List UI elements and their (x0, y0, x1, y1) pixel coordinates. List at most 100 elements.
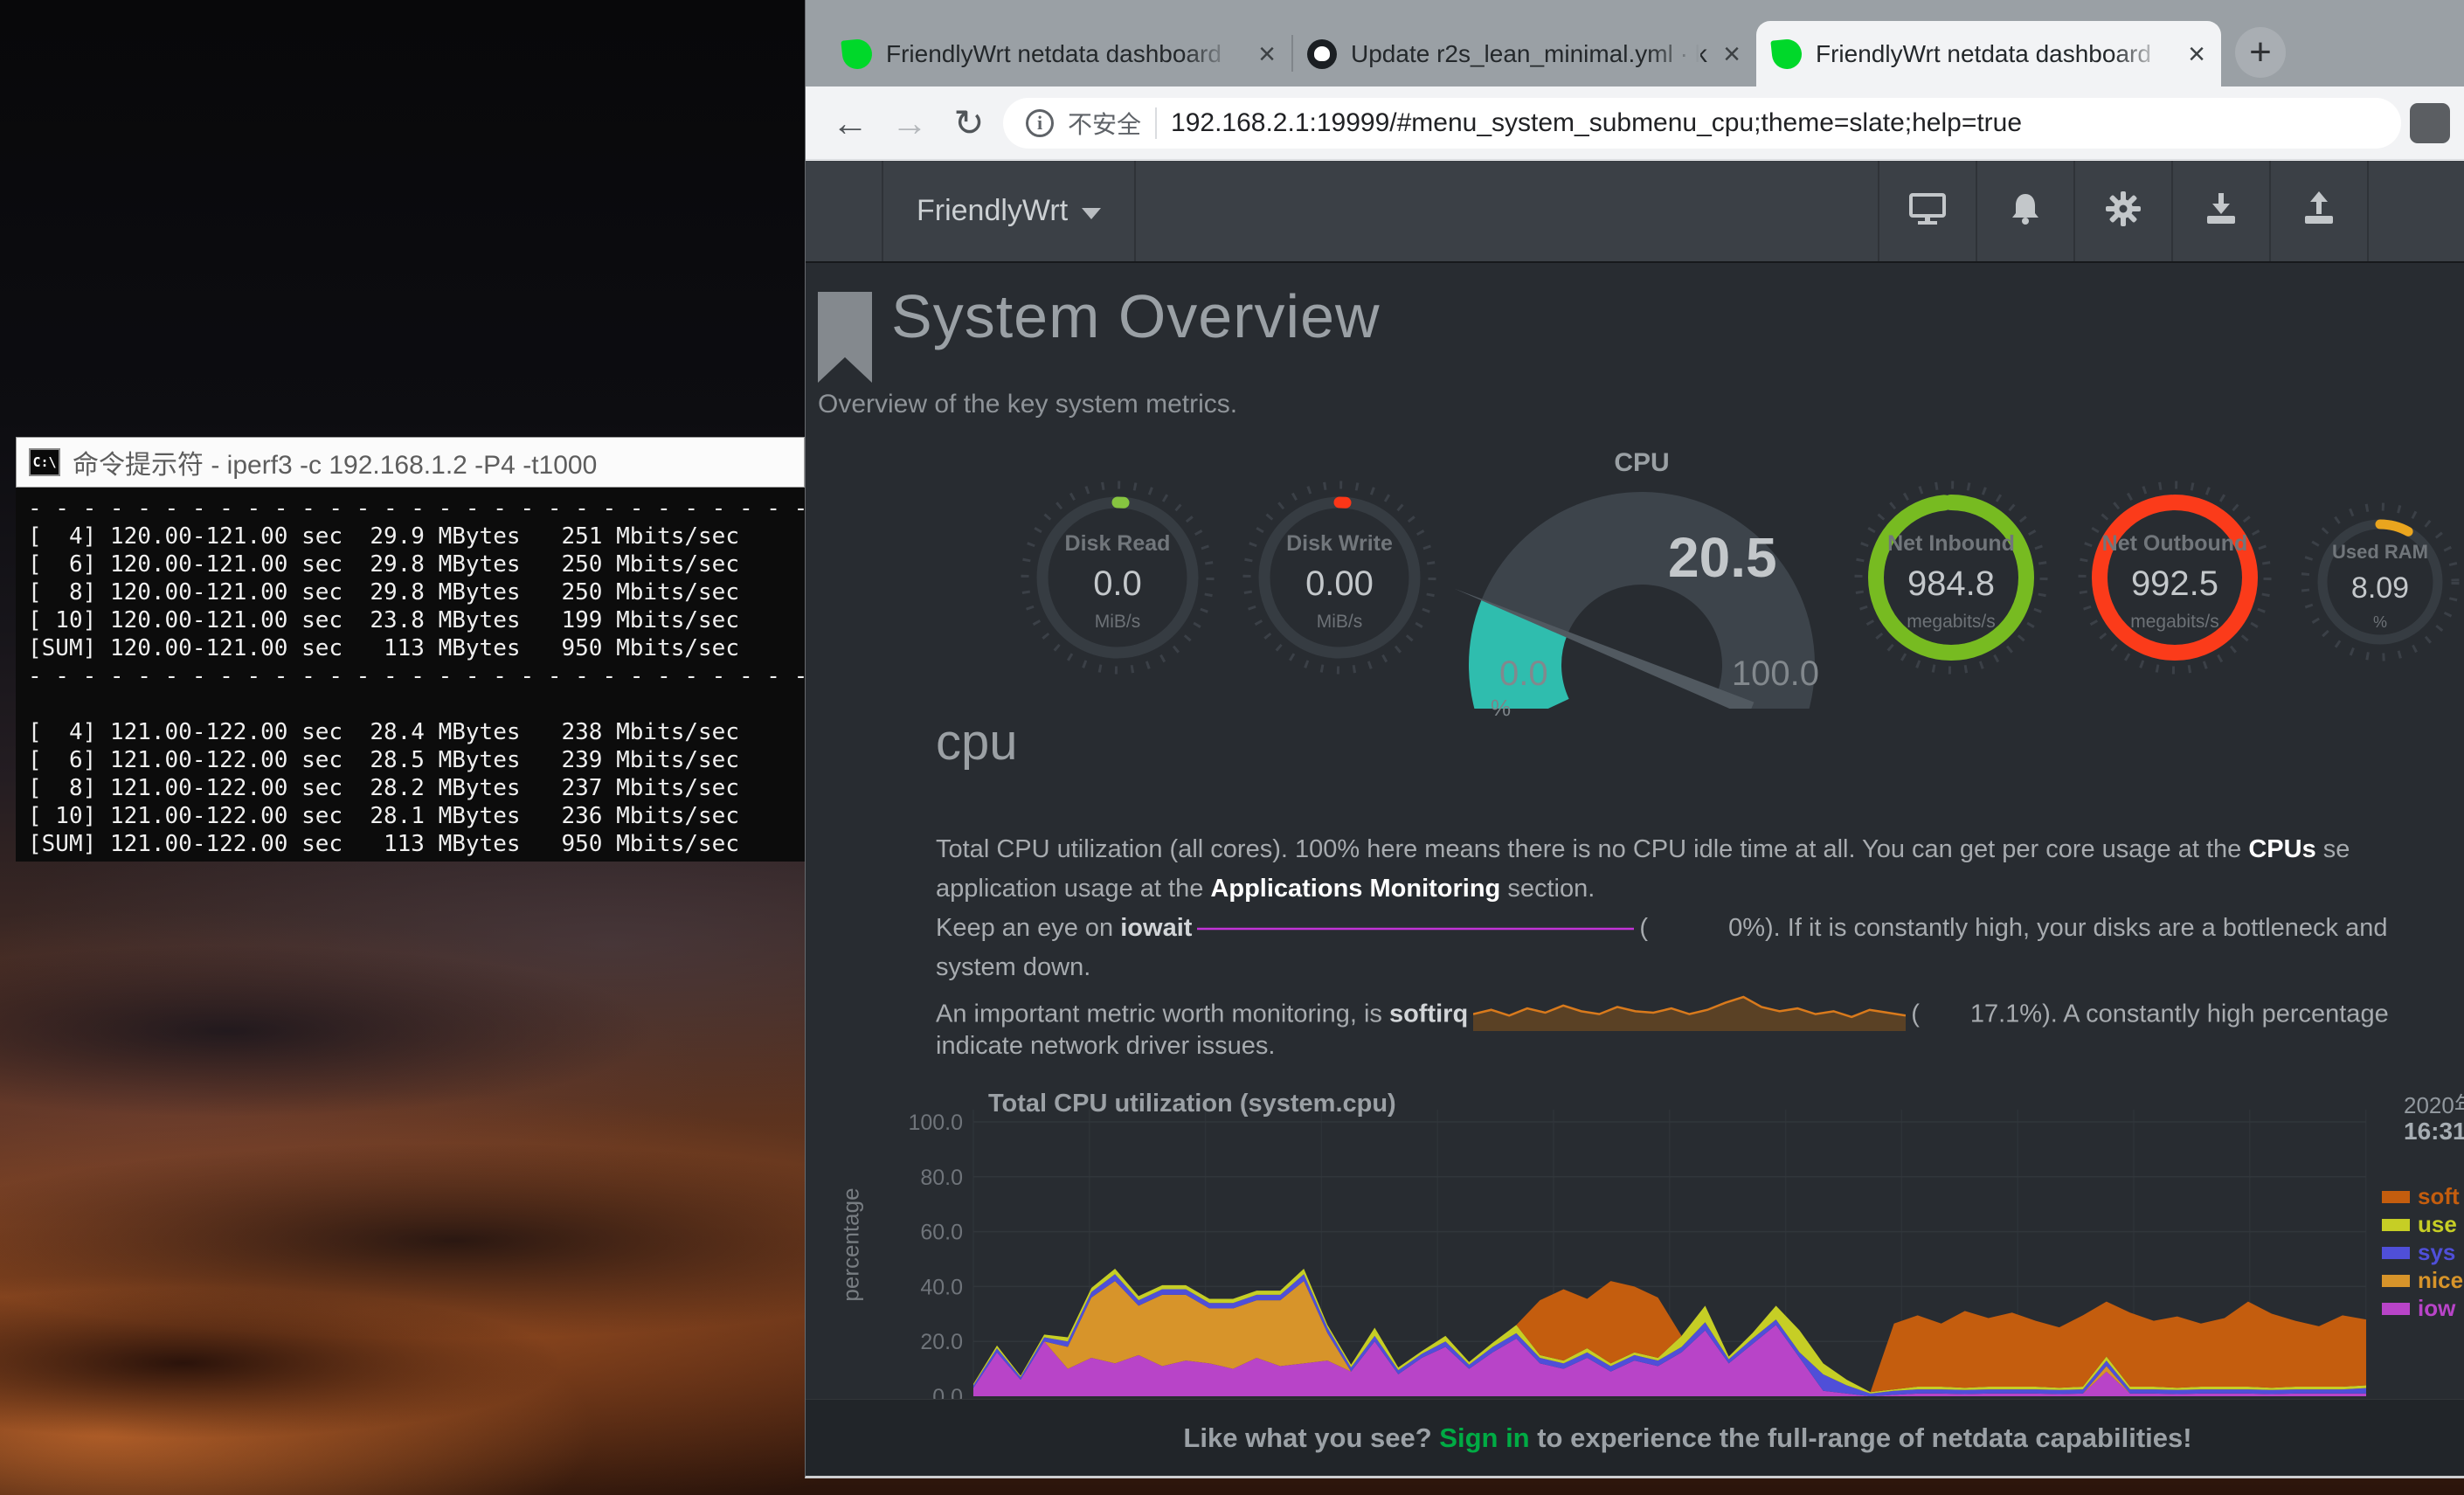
terminal-titlebar[interactable]: C:\ 命令提示符 - iperf3 -c 192.168.1.2 -P4 -t… (16, 437, 805, 488)
terminal-line (28, 690, 805, 718)
cpu-description: Total CPU utilization (all cores). 100% … (936, 835, 2464, 1071)
page-title: System Overview (891, 281, 1381, 351)
tab-title-fade (1648, 30, 1700, 79)
signin-banner: Like what you see? Sign in to experience… (806, 1399, 2464, 1476)
netdata-icon (1770, 38, 1803, 70)
legend-swatch-icon (2382, 1303, 2410, 1315)
gauge-disk-read[interactable]: Disk Read0.0MiB/s (1013, 473, 1222, 691)
legend-item-use[interactable]: use (2382, 1211, 2457, 1238)
page-subtitle: Overview of the key system metrics. (818, 390, 1237, 419)
monitor-icon (1907, 190, 1948, 232)
terminal-line: [ 10] 121.00-122.00 sec 28.1 MBytes 236 … (28, 802, 805, 830)
description-line-iowait: Keep an eye on iowait(0%). If it is cons… (936, 914, 2464, 953)
import-button[interactable] (2171, 161, 2269, 261)
tab-netdata-2-active[interactable]: FriendlyWrt netdata dashboard × (1756, 21, 2221, 87)
chart-ylabel: percentage (838, 1166, 865, 1324)
sign-in-link[interactable]: Sign in (1439, 1422, 1529, 1453)
back-icon[interactable]: ← (825, 105, 876, 142)
export-button[interactable] (2269, 161, 2367, 261)
close-icon[interactable]: × (2188, 39, 2205, 69)
alarms-button[interactable] (1976, 161, 2073, 261)
gauge-max: 100.0 (1732, 654, 1819, 694)
terminal-line: [SUM] 121.00-122.00 sec 113 MBytes 950 M… (28, 830, 805, 858)
settings-button[interactable] (2073, 161, 2171, 261)
chart-time: 16:31:2 (2404, 1118, 2464, 1145)
gauge-unit: % (1491, 695, 1511, 722)
legend-swatch-icon (2382, 1191, 2410, 1203)
export-icon (2300, 190, 2338, 232)
terminal-line: [ 6] 120.00-121.00 sec 29.8 MBytes 250 M… (28, 550, 805, 578)
new-tab-button[interactable]: + (2235, 27, 2286, 78)
tab-netdata-1[interactable]: FriendlyWrt netdata dashboard × (827, 21, 1291, 87)
tab-github[interactable]: Update r2s_lean_minimal.yml · k × (1291, 21, 1756, 87)
legend-swatch-icon (2382, 1219, 2410, 1231)
cpus-link[interactable]: CPUs (2248, 835, 2315, 863)
url-divider (1155, 107, 1157, 139)
cmd-icon: C:\ (29, 448, 60, 476)
cpu-utilization-chart[interactable]: Total CPU utilization (system.cpu) perce… (818, 1084, 2464, 1399)
applications-monitoring-link[interactable]: Applications Monitoring (1210, 875, 1500, 903)
url-text[interactable]: 192.168.2.1:19999/#menu_system_submenu_c… (1171, 108, 2022, 138)
gauge-disk-write[interactable]: Disk Write0.00MiB/s (1235, 473, 1444, 691)
info-icon[interactable]: i (1026, 109, 1054, 137)
terminal-line: [ 10] 120.00-121.00 sec 23.8 MBytes 199 … (28, 606, 805, 634)
signin-text: Like what you see? Sign in to experience… (1078, 1422, 2191, 1454)
close-icon[interactable]: × (1258, 39, 1276, 69)
description-line-1: Total CPU utilization (all cores). 100% … (936, 835, 2464, 875)
gauge-min: 0.0 (1499, 654, 1548, 694)
hostname-dropdown[interactable]: FriendlyWrt (882, 161, 1136, 261)
terminal-title: 命令提示符 - iperf3 -c 192.168.1.2 -P4 -t1000 (73, 443, 597, 481)
gauge-net-inbound[interactable]: Net Inbound984.8megabits/s (1846, 473, 2056, 691)
svg-text:60.0: 60.0 (920, 1221, 963, 1245)
terminal-output: - - - - - - - - - - - - - - - - - - - - … (16, 488, 805, 862)
legend-swatch-icon (2382, 1275, 2410, 1287)
description-line-6: indicate network driver issues. (936, 1032, 2464, 1071)
nodes-view-button[interactable] (1878, 161, 1976, 261)
iowait-sparkline (1197, 915, 1634, 944)
svg-text:100.0: 100.0 (908, 1111, 963, 1135)
svg-text:80.0: 80.0 (920, 1166, 963, 1190)
chart-date: 2020年3 (2404, 1088, 2464, 1120)
legend-item-iow[interactable]: iow (2382, 1295, 2455, 1322)
svg-text:0.0: 0.0 (932, 1385, 963, 1399)
navbar-cut-button[interactable] (2367, 161, 2464, 261)
tab-strip: FriendlyWrt netdata dashboard × Update r… (806, 0, 2464, 87)
terminal-line: - - - - - - - - - - - - - - - - - - - - … (28, 662, 805, 690)
terminal-window[interactable]: C:\ 命令提示符 - iperf3 -c 192.168.1.2 -P4 -t… (16, 437, 805, 862)
description-line-2: application usage at the Applications Mo… (936, 875, 2464, 914)
chart-title: Total CPU utilization (system.cpu) (988, 1090, 1396, 1118)
forward-icon[interactable]: → (884, 105, 935, 142)
extension-icon[interactable] (2410, 103, 2450, 143)
address-bar[interactable]: i 不安全 192.168.2.1:19999/#menu_system_sub… (1003, 98, 2401, 149)
gauge-net-outbound[interactable]: Net Outbound992.5megabits/s (2070, 473, 2280, 691)
softirq-sparkline (1473, 993, 1906, 1032)
reload-icon[interactable]: ↻ (944, 105, 994, 142)
terminal-line: [SUM] 120.00-121.00 sec 113 MBytes 950 M… (28, 634, 805, 662)
legend-item-soft[interactable]: soft (2382, 1183, 2460, 1210)
gauge-used-ram[interactable]: Used RAM8.09% (2297, 499, 2463, 674)
github-icon (1307, 39, 1337, 69)
tab-title-fade (1183, 30, 1235, 79)
legend-item-sys[interactable]: sys (2382, 1239, 2455, 1266)
gear-icon (2104, 190, 2142, 232)
gauge-value: 20.5 (1668, 525, 1777, 590)
chevron-down-icon (1082, 208, 1101, 219)
legend-swatch-icon (2382, 1247, 2410, 1259)
description-line-4: system down. (936, 953, 2464, 993)
bookmark-icon (818, 292, 872, 383)
browser-window: FriendlyWrt netdata dashboard × Update r… (805, 0, 2464, 1478)
hostname-label: FriendlyWrt (917, 194, 1068, 228)
close-icon[interactable]: × (1723, 39, 1741, 69)
bell-icon (2006, 190, 2045, 232)
chart-plot[interactable]: 0.020.040.060.080.0100.0 (818, 1084, 2464, 1399)
tab-title-fade (2113, 30, 2165, 79)
terminal-line: - - - - - - - - - - - - - - - - - - - - … (28, 495, 805, 523)
terminal-line: [ 8] 120.00-121.00 sec 29.8 MBytes 250 M… (28, 578, 805, 606)
gauge-cpu[interactable]: CPU20.50.0100.0% (1454, 446, 1830, 709)
description-line-softirq: An important metric worth monitoring, is… (936, 993, 2464, 1032)
netdata-navbar: FriendlyWrt (806, 161, 2464, 263)
netdata-icon (841, 38, 873, 70)
legend-item-nice[interactable]: nice (2382, 1267, 2463, 1294)
netdata-page: FriendlyWrt System Overview Overview (806, 161, 2464, 1476)
browser-toolbar: ← → ↻ i 不安全 192.168.2.1:19999/#menu_syst… (806, 87, 2464, 160)
